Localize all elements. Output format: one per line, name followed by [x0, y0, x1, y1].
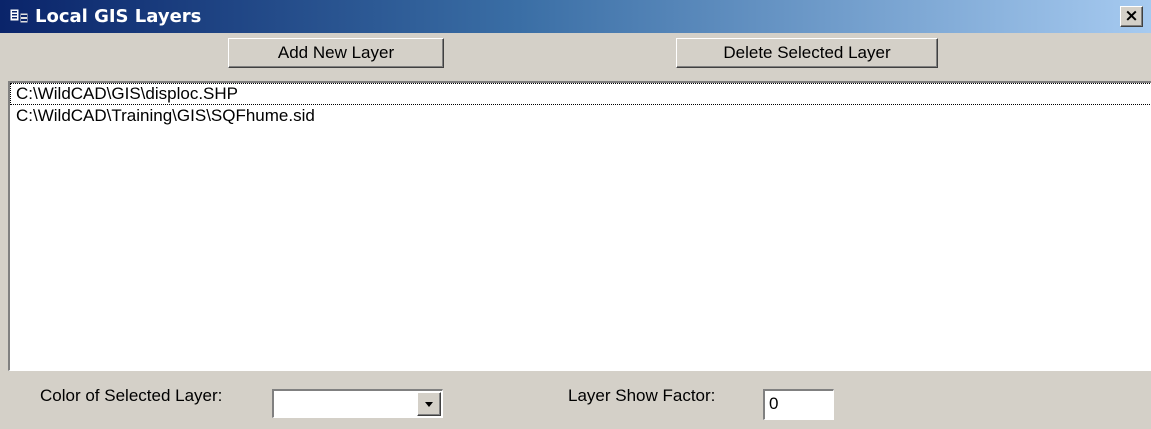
layer-show-factor-label: Layer Show Factor: [568, 386, 716, 405]
dropdown-button[interactable] [417, 392, 441, 416]
local-gis-layers-window: Local GIS Layers × Add New Layer Delete … [0, 0, 1151, 429]
add-new-layer-button[interactable]: Add New Layer [228, 38, 444, 68]
window-title: Local GIS Layers [35, 6, 202, 27]
list-item[interactable]: C:\WildCAD\Training\GIS\SQFhume.sid [10, 105, 1151, 127]
title-bar[interactable]: Local GIS Layers × [0, 0, 1151, 33]
layer-color-select[interactable] [272, 389, 443, 418]
chevron-down-icon [424, 395, 434, 413]
layer-list[interactable]: C:\WildCAD\GIS\disploc.SHP C:\WildCAD\Tr… [8, 81, 1151, 371]
map-layers-icon [9, 7, 29, 25]
layer-show-factor-input[interactable]: 0 [763, 389, 834, 420]
close-button[interactable]: × [1120, 6, 1143, 27]
close-icon: × [1124, 6, 1139, 26]
list-item[interactable]: C:\WildCAD\GIS\disploc.SHP [10, 83, 1151, 105]
color-of-selected-layer-label: Color of Selected Layer: [40, 386, 223, 405]
delete-selected-layer-button[interactable]: Delete Selected Layer [676, 38, 938, 68]
